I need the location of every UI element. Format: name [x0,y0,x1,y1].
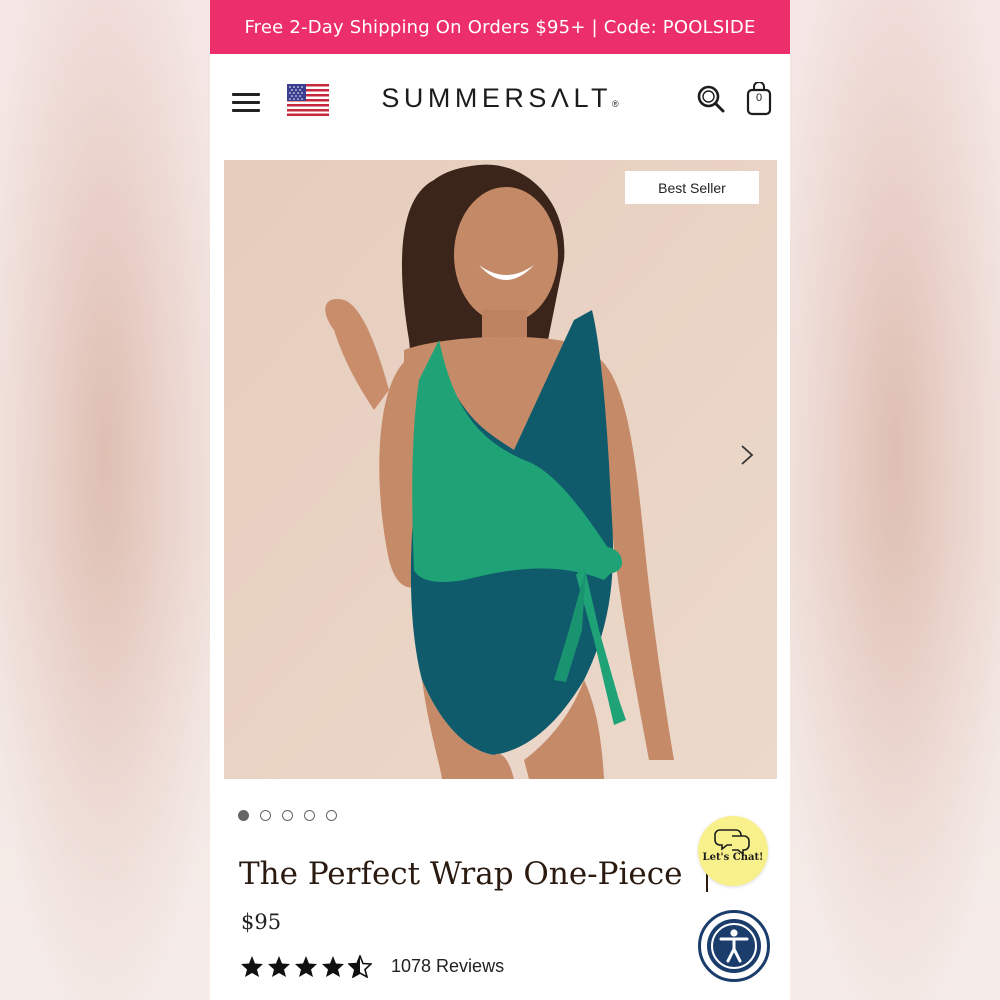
chat-label: Let's Chat! [702,852,764,863]
review-count[interactable]: 1078 Reviews [391,956,504,977]
promo-text: Free 2-Day Shipping On Orders $95+ | Cod… [244,16,756,38]
accessibility-button[interactable] [698,910,770,982]
star-icon [268,956,290,977]
badge-label: Best Seller [658,179,726,196]
rating-stars [240,955,372,978]
star-icon [295,956,317,977]
registered-mark: ® [611,99,619,109]
best-seller-badge: Best Seller [625,171,759,204]
lets-chat-button[interactable]: Let's Chat! [698,816,768,886]
promo-banner[interactable]: Free 2-Day Shipping On Orders $95+ | Cod… [210,0,790,54]
carousel-dot[interactable] [260,810,271,821]
product-image[interactable]: Best Seller [224,160,777,779]
background-right-blur [790,0,1000,1000]
star-icon [322,956,344,977]
product-title: The Perfect Wrap One-Piece [239,856,683,892]
site-header: SUMMERSΛLT® 0 [210,54,790,150]
product-price: $95 [241,910,282,934]
star-icon [241,956,263,977]
chevron-right-icon[interactable] [739,444,755,466]
carousel-dot[interactable] [238,810,249,821]
search-icon[interactable] [696,84,726,114]
brand-logo-text: SUMMERSΛLT [381,83,612,113]
half-star-icon [348,955,372,978]
cart-count: 0 [755,92,763,104]
carousel-dots [238,810,337,821]
product-rating[interactable]: 1078 Reviews [240,955,504,978]
swimsuit-model-illustration [224,160,777,779]
background-left-blur [0,0,210,1000]
carousel-dot[interactable] [304,810,315,821]
shopping-bag-button[interactable]: 0 [746,81,772,116]
carousel-dot[interactable] [282,810,293,821]
carousel-dot[interactable] [326,810,337,821]
mobile-page: Free 2-Day Shipping On Orders $95+ | Cod… [210,0,790,1000]
accessibility-person-icon [707,919,761,973]
